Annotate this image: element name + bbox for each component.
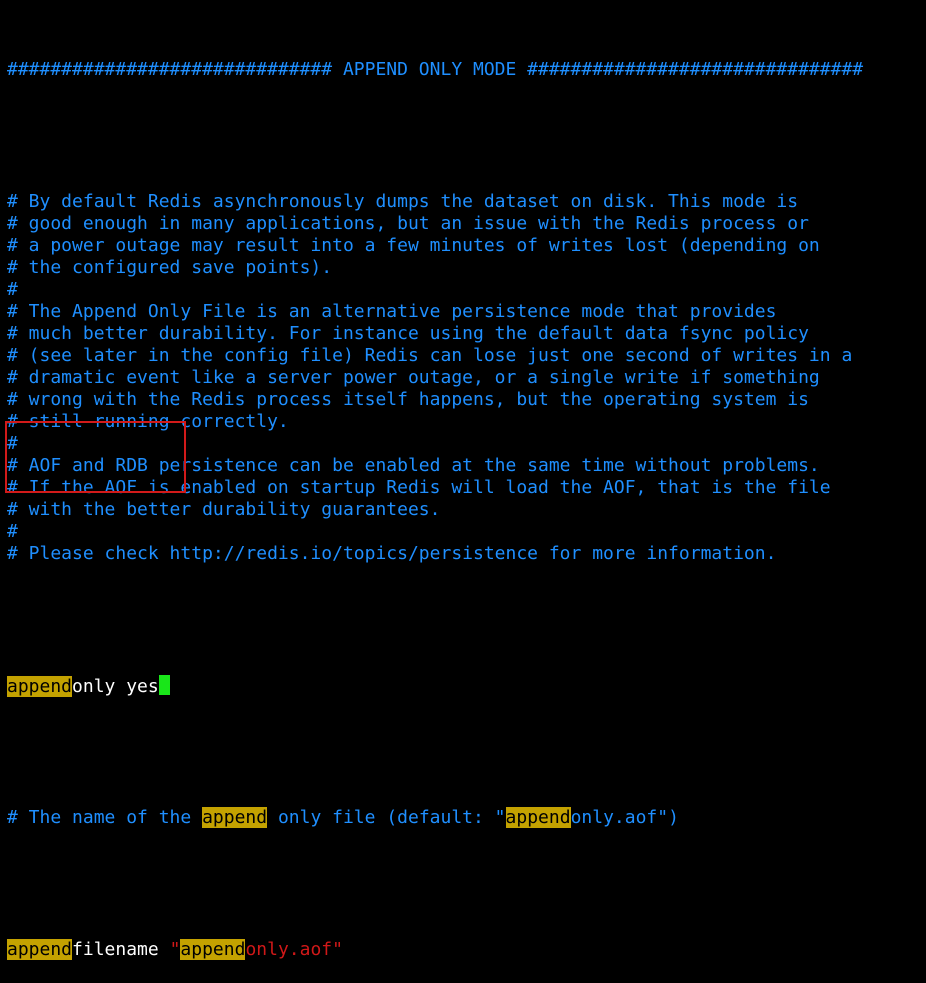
search-match: append xyxy=(7,939,73,960)
comment-text: # The name of the xyxy=(7,807,203,828)
config-line-appendfilename[interactable]: appendfilename "appendonly.aof" xyxy=(7,939,922,961)
comment-text: only.aof") xyxy=(570,807,679,828)
string-quote: " xyxy=(169,939,181,960)
vim-editor[interactable]: ############################## APPEND ON… xyxy=(7,15,922,983)
comment-line: # the configured save points). xyxy=(7,257,333,278)
comment-line: # Please check http://redis.io/topics/pe… xyxy=(7,543,777,564)
comment-line: # If the AOF is enabled on startup Redis… xyxy=(7,477,831,498)
config-text: only yes xyxy=(72,676,159,697)
comment-line: # wrong with the Redis process itself ha… xyxy=(7,389,809,410)
comment-line: # By default Redis asynchronously dumps … xyxy=(7,191,799,212)
comment-line: # xyxy=(7,521,18,542)
comment-line: # xyxy=(7,433,18,454)
config-line-appendonly[interactable]: appendonly yes xyxy=(7,675,922,697)
comment-line-filename: # The name of the append only file (defa… xyxy=(7,807,922,829)
section-header-line: ############################## APPEND ON… xyxy=(7,59,864,80)
comment-text: only file (default: " xyxy=(267,807,506,828)
comment-line: # still running correctly. xyxy=(7,411,289,432)
string-value: only.aof" xyxy=(245,939,343,960)
config-key-text: filename xyxy=(72,939,170,960)
comment-line: # dramatic event like a server power out… xyxy=(7,367,820,388)
comment-line: # xyxy=(7,279,18,300)
comment-line: # with the better durability guarantees. xyxy=(7,499,441,520)
comment-line: # The Append Only File is an alternative… xyxy=(7,301,777,322)
comment-line: # a power outage may result into a few m… xyxy=(7,235,820,256)
comment-line: # (see later in the config file) Redis c… xyxy=(7,345,853,366)
text-cursor xyxy=(158,675,170,695)
search-match: append xyxy=(180,939,246,960)
comment-line: # AOF and RDB persistence can be enabled… xyxy=(7,455,820,476)
search-match: append xyxy=(7,676,73,697)
search-match: append xyxy=(202,807,268,828)
comment-block: # By default Redis asynchronously dumps … xyxy=(7,191,922,565)
search-match: append xyxy=(505,807,571,828)
comment-line: # good enough in many applications, but … xyxy=(7,213,809,234)
comment-line: # much better durability. For instance u… xyxy=(7,323,809,344)
